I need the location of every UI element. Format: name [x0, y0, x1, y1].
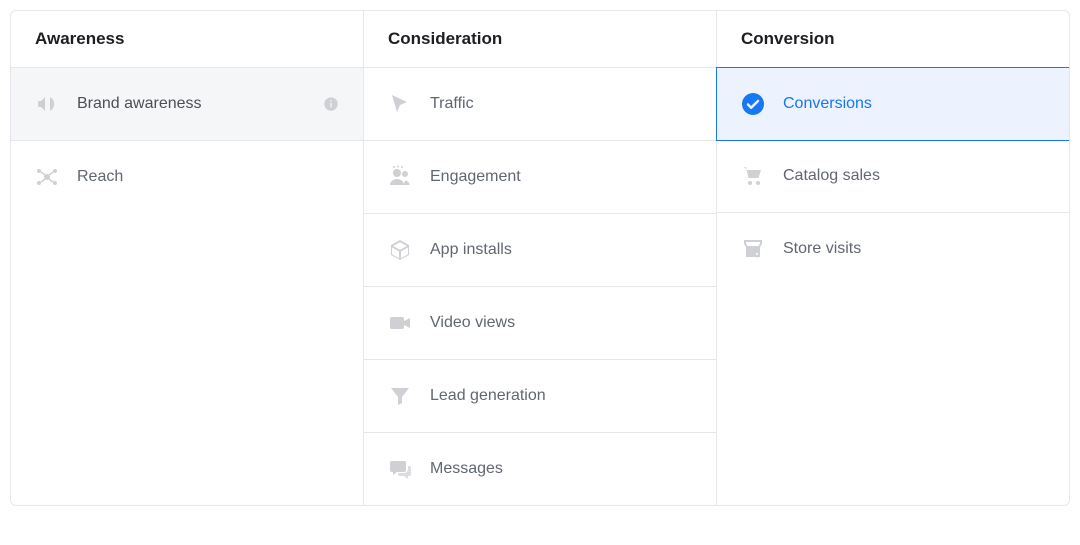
column-header-consideration: Consideration — [364, 11, 716, 68]
option-reach[interactable]: Reach — [11, 141, 363, 213]
funnel-icon — [388, 384, 412, 408]
option-lead-generation[interactable]: Lead generation — [364, 360, 716, 433]
objective-selector: Awareness Brand awareness Reach Consider… — [10, 10, 1070, 506]
cursor-icon — [388, 92, 412, 116]
option-label: Conversions — [783, 95, 1045, 113]
column-header-conversion: Conversion — [717, 11, 1069, 68]
option-label: Reach — [77, 168, 339, 186]
option-label: Traffic — [430, 95, 692, 113]
box-icon — [388, 238, 412, 262]
option-label: Video views — [430, 314, 692, 332]
column-header-awareness: Awareness — [11, 11, 363, 68]
network-icon — [35, 165, 59, 189]
cart-icon — [741, 164, 765, 188]
option-label: App installs — [430, 241, 692, 259]
option-brand-awareness[interactable]: Brand awareness — [11, 68, 363, 141]
option-app-installs[interactable]: App installs — [364, 214, 716, 287]
check-icon — [741, 92, 765, 116]
option-conversions[interactable]: Conversions — [716, 67, 1070, 141]
option-label: Messages — [430, 460, 692, 478]
column-conversion: Conversion Conversions Catalog sales Sto… — [717, 11, 1069, 505]
option-label: Engagement — [430, 168, 692, 186]
people-icon — [388, 165, 412, 189]
megaphone-icon — [35, 92, 59, 116]
column-consideration: Consideration Traffic Engagement App ins… — [364, 11, 717, 505]
option-label: Catalog sales — [783, 167, 1045, 185]
option-video-views[interactable]: Video views — [364, 287, 716, 360]
store-icon — [741, 237, 765, 261]
column-awareness: Awareness Brand awareness Reach — [11, 11, 364, 505]
chat-icon — [388, 457, 412, 481]
option-traffic[interactable]: Traffic — [364, 68, 716, 141]
info-icon[interactable] — [323, 96, 339, 112]
option-label: Lead generation — [430, 387, 692, 405]
video-icon — [388, 311, 412, 335]
option-messages[interactable]: Messages — [364, 433, 716, 505]
option-label: Brand awareness — [77, 95, 323, 113]
option-label: Store visits — [783, 240, 1045, 258]
option-engagement[interactable]: Engagement — [364, 141, 716, 214]
option-store-visits[interactable]: Store visits — [717, 213, 1069, 285]
option-catalog-sales[interactable]: Catalog sales — [717, 140, 1069, 213]
